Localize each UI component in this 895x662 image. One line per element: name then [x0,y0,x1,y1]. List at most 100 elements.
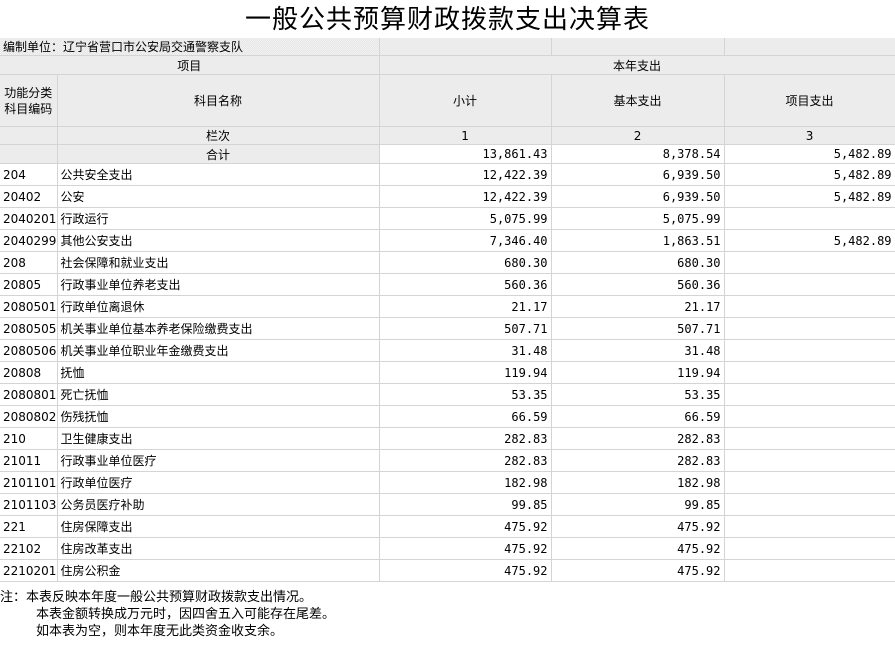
table-row: 204 公共安全支出 12,422.39 6,939.50 5,482.89 [0,163,895,186]
basic-cell: 6,939.50 [551,163,725,186]
basic-cell: 6,939.50 [551,185,725,208]
basic-cell: 507.71 [551,317,725,340]
subtotal-cell: 12,422.39 [379,163,552,186]
report-title: 一般公共预算财政拨款支出决算表 [244,5,650,35]
table-row: 2210201 住房公积金 475.92 475.92 [0,559,895,582]
basic-cell: 99.85 [551,493,725,516]
subject-name-cell: 社会保障和就业支出 [57,251,380,274]
code-cell: 21011 [0,449,58,472]
project-cell: 5,482.89 [724,229,895,252]
basic-cell: 53.35 [551,383,725,406]
basic-cell: 282.83 [551,427,725,450]
code-cell: 22102 [0,537,58,560]
subtotal-cell: 282.83 [379,449,552,472]
code-cell: 208 [0,251,58,274]
table-row: 2040299 其他公安支出 7,346.40 1,863.51 5,482.89 [0,229,895,252]
basic-cell: 680.30 [551,251,725,274]
subject-name-cell: 机关事业单位职业年金缴费支出 [57,339,380,362]
code-cell: 2080501 [0,295,58,318]
table-row: 2080505 机关事业单位基本养老保险缴费支出 507.71 507.71 [0,317,895,340]
project-header: 项目 [0,55,380,75]
project-cell [724,207,895,230]
project-exp-header: 项目支出 [724,74,895,127]
project-cell: 5,482.89 [724,163,895,186]
table-row: 2101101 行政单位医疗 182.98 182.98 [0,471,895,494]
subtotal-cell: 21.17 [379,295,552,318]
code-cell: 20805 [0,273,58,296]
subject-name-cell: 住房保障支出 [57,515,380,538]
current-year-header: 本年支出 [379,55,895,75]
table-row: 221 住房保障支出 475.92 475.92 [0,515,895,538]
subject-name-cell: 公务员医疗补助 [57,493,380,516]
table-row: 2101103 公务员医疗补助 99.85 99.85 [0,493,895,516]
table-row: 2080501 行政单位离退休 21.17 21.17 [0,295,895,318]
subtotal-cell: 7,346.40 [379,229,552,252]
code-cell: 2040299 [0,229,58,252]
subtotal-header: 小计 [379,74,552,127]
unit-row: 编制单位：辽宁省营口市公安局交通警察支队 [0,38,895,56]
column-number-row: 栏次 1 2 3 [0,126,895,145]
subtotal-cell: 119.94 [379,361,552,384]
code-cell: 20808 [0,361,58,384]
column-no-label: 栏次 [57,126,380,145]
basic-cell: 1,863.51 [551,229,725,252]
subtotal-cell: 475.92 [379,537,552,560]
code-cell: 2040201 [0,207,58,230]
code-cell: 2210201 [0,559,58,582]
project-cell [724,427,895,450]
compiling-unit: 编制单位：辽宁省营口市公安局交通警察支队 [0,38,380,56]
table-row: 20402 公安 12,422.39 6,939.50 5,482.89 [0,185,895,208]
subtotal-cell: 66.59 [379,405,552,428]
code-cell: 2080506 [0,339,58,362]
subject-name-cell: 住房公积金 [57,559,380,582]
col-1-label: 1 [379,126,552,145]
subject-name-header: 科目名称 [57,74,380,127]
header-row-1: 项目 本年支出 [0,55,895,75]
subject-name-cell: 公安 [57,185,380,208]
subtotal-cell: 99.85 [379,493,552,516]
subject-name-cell: 抚恤 [57,361,380,384]
project-cell [724,361,895,384]
basic-cell: 182.98 [551,471,725,494]
subtotal-cell: 680.30 [379,251,552,274]
note-line: 注：本表反映本年度一般公共预算财政拨款支出情况。 [0,590,313,605]
project-cell [724,405,895,428]
project-cell [724,383,895,406]
subject-name-cell: 行政单位离退休 [57,295,380,318]
subtotal-cell: 31.48 [379,339,552,362]
project-cell [724,273,895,296]
note-line: 如本表为空，则本年度无此类资金收支余。 [36,624,284,639]
project-cell [724,295,895,318]
subject-name-cell: 行政事业单位养老支出 [57,273,380,296]
basic-cell: 475.92 [551,515,725,538]
note-line: 本表金额转换成万元时，因四舍五入可能存在尾差。 [36,607,336,622]
total-row: 合计 13,861.43 8,378.54 5,482.89 [0,144,895,164]
subtotal-cell: 475.92 [379,515,552,538]
subject-name-cell: 行政单位医疗 [57,471,380,494]
project-cell [724,339,895,362]
project-cell [724,537,895,560]
header-row-2: 功能分类科目编码 科目名称 小计 基本支出 项目支出 [0,74,895,127]
code-cell: 221 [0,515,58,538]
code-cell: 2080801 [0,383,58,406]
table-row: 2040201 行政运行 5,075.99 5,075.99 [0,207,895,230]
notes: 注：本表反映本年度一般公共预算财政拨款支出情况。 本表金额转换成万元时，因四舍五… [0,589,895,640]
project-cell [724,471,895,494]
basic-cell: 475.92 [551,559,725,582]
basic-cell: 21.17 [551,295,725,318]
code-cell: 20402 [0,185,58,208]
subject-name-cell: 卫生健康支出 [57,427,380,450]
code-cell: 204 [0,163,58,186]
basic-cell: 5,075.99 [551,207,725,230]
subject-name-cell: 死亡抚恤 [57,383,380,406]
table-row: 210 卫生健康支出 282.83 282.83 [0,427,895,450]
subtotal-cell: 182.98 [379,471,552,494]
table-row: 2080802 伤残抚恤 66.59 66.59 [0,405,895,428]
subject-name-cell: 伤残抚恤 [57,405,380,428]
subject-name-cell: 其他公安支出 [57,229,380,252]
project-cell [724,251,895,274]
total-subtotal: 13,861.43 [379,144,552,164]
total-project: 5,482.89 [724,144,895,164]
code-cell: 2080802 [0,405,58,428]
basic-cell: 31.48 [551,339,725,362]
